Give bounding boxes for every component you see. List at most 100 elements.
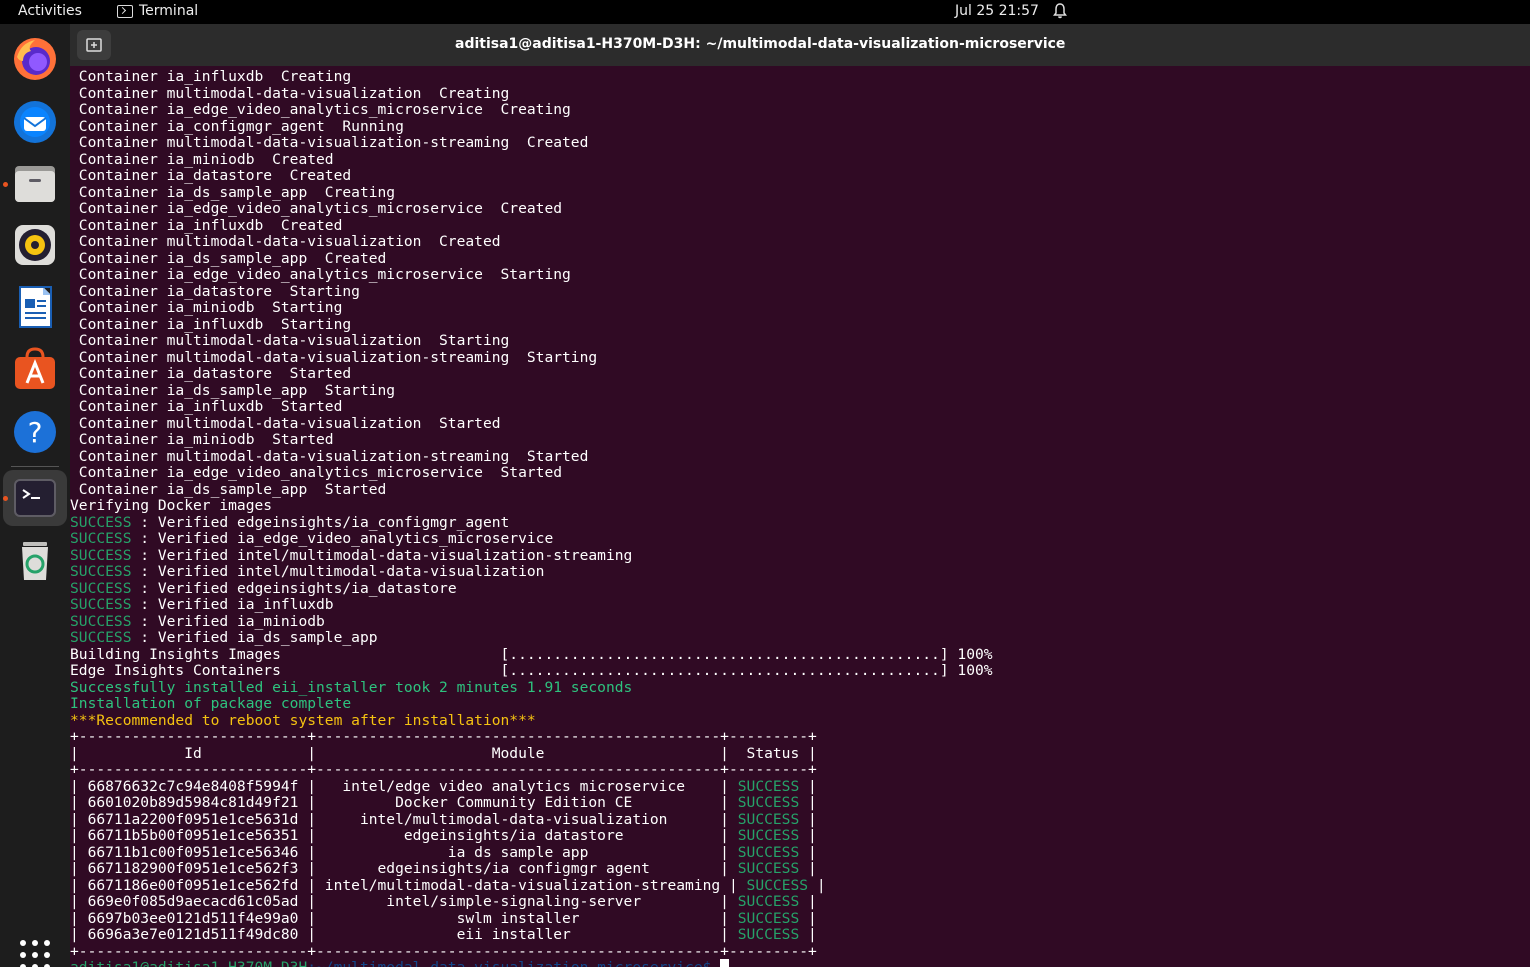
success-label: SUCCESS (70, 596, 132, 613)
text-span: Container multimodal-data-visualization-… (70, 348, 598, 366)
help-icon[interactable]: ? (11, 408, 59, 456)
text-span: | 6601020b89d5984c81d49f21 | Docker Comm… (70, 794, 738, 811)
text-span: Container multimodal-data-visualization … (70, 84, 510, 102)
text-span: Container ia_miniodb Created (70, 150, 334, 168)
text-span: | (799, 827, 817, 844)
verified-line: SUCCESS : Verified edgeinsights/ia_datas… (70, 580, 457, 597)
success-label: SUCCESS (70, 612, 132, 630)
dock-separator (11, 466, 59, 467)
text-span: ***Recommended to reboot system after in… (70, 711, 536, 729)
success-label: SUCCESS (70, 546, 132, 564)
status-success: SUCCESS (737, 777, 800, 795)
container-status-line: Container multimodal-data-visualization … (70, 84, 510, 102)
text-span: : Verified edgeinsights/ia_datastore (131, 579, 457, 597)
text-span: Verifying Docker images (70, 497, 273, 514)
bell-icon[interactable] (1053, 3, 1067, 19)
verified-line: SUCCESS : Verified edgeinsights/ia_confi… (70, 514, 509, 531)
window-title: aditisa1@aditisa1-H370M-D3H: ~/multimoda… (455, 36, 1066, 52)
table-row: | 6696a3e7e0121d511f49dc80 | eii install… (70, 926, 817, 943)
table-row: | 6697b03ee0121d511f4e99a0 | swlm instal… (70, 910, 817, 927)
container-status-line: Container multimodal-data-visualization … (70, 415, 501, 432)
text-span: : Verified ia_edge_video_analytics_micro… (131, 530, 554, 547)
text-span: | Id | Module | Status | (70, 744, 817, 762)
cursor (720, 959, 730, 967)
container-status-line: Container ia_datastore Started (70, 365, 351, 382)
text-span: | 66711a2200f0951e1ce5631d | intel/multi… (70, 810, 738, 828)
firefox-icon[interactable] (11, 35, 59, 83)
status-success: SUCCESS (737, 794, 800, 811)
success-label: SUCCESS (70, 629, 132, 646)
trash-icon[interactable] (11, 536, 59, 584)
thunderbird-icon[interactable] (11, 97, 59, 145)
status-success: SUCCESS (737, 860, 800, 877)
container-status-line: Container ia_ds_sample_app Started (70, 480, 387, 498)
text-span: | 66711b1c00f0951e1ce56346 | ia ds sampl… (70, 843, 738, 861)
clock[interactable]: Jul 25 21:57 (955, 3, 1039, 19)
container-status-line: Container ia_ds_sample_app Created (70, 249, 387, 267)
text-span: | (799, 909, 817, 927)
container-status-line: Container ia_miniodb Started (70, 431, 334, 448)
text-span: Container ia_influxdb Started (70, 398, 343, 415)
progress-line: Building Insights Images [..............… (70, 646, 993, 663)
text-span: Container ia_ds_sample_app Started (70, 480, 387, 498)
success-label: SUCCESS (70, 530, 132, 547)
text-span: Installation of package complete (70, 695, 352, 712)
table-row: | 66711a2200f0951e1ce5631d | intel/multi… (70, 811, 817, 828)
top-bar: Activities Terminal Jul 25 21:57 (0, 0, 1530, 24)
text-span: : Verified ia_influxdb (131, 596, 334, 613)
container-status-line: Container ia_datastore Created (70, 167, 351, 184)
text-span: Container ia_miniodb Started (70, 431, 334, 448)
prompt-line: aditisa1@aditisa1-H370M-D3H:~/multimodal… (70, 959, 730, 967)
status-success: SUCCESS (737, 843, 800, 861)
text-span: Container ia_datastore Starting (70, 282, 360, 300)
text-span: Building Insights Images [..............… (70, 645, 993, 663)
text-span: Container ia_edge_video_analytics_micros… (70, 200, 563, 217)
text-span: | 669e0f085d9aecacd61c05ad | intel/simpl… (70, 893, 738, 910)
text-span: Container ia_influxdb Creating (70, 68, 352, 85)
text-span: : Verified edgeinsights/ia_configmgr_age… (131, 513, 510, 531)
activities-button[interactable]: Activities (18, 3, 82, 19)
app-center-icon[interactable] (11, 345, 59, 393)
reboot-line: ***Recommended to reboot system after in… (70, 712, 536, 729)
container-status-line: Container ia_ds_sample_app Creating (70, 184, 395, 201)
status-success: SUCCESS (746, 876, 809, 894)
table-row: | 6601020b89d5984c81d49f21 | Docker Comm… (70, 794, 817, 811)
text-span: Container ia_datastore Started (70, 365, 352, 382)
svg-text:?: ? (28, 416, 43, 449)
table-row: | 6671182900f0951e1ce562f3 | edgeinsight… (70, 860, 817, 877)
container-status-line: Container multimodal-data-visualization-… (70, 349, 597, 366)
verified-line: SUCCESS : Verified intel/multimodal-data… (70, 563, 544, 580)
text-span: Container ia_ds_sample_app Created (70, 249, 387, 267)
text-span: | (799, 926, 817, 943)
progress-line: Edge Insights Containers [..............… (70, 662, 993, 679)
files-running-indicator (3, 182, 8, 187)
status-success: SUCCESS (737, 810, 800, 828)
terminal-output[interactable]: Container ia_influxdb Creating Container… (70, 66, 1530, 967)
text-span: +--------------------------+------------… (70, 728, 817, 745)
text-span: : Verified intel/multimodal-data-visuali… (131, 546, 633, 564)
rhythmbox-icon[interactable] (11, 221, 59, 269)
text-span: | 66711b5b00f0951e1ce56351 | edgeinsight… (70, 827, 738, 844)
text-span: Container ia_edge_video_analytics_micros… (70, 266, 571, 283)
container-status-line: Container ia_ds_sample_app Starting (70, 382, 395, 399)
success-label: SUCCESS (70, 563, 132, 580)
container-status-line: Container multimodal-data-visualization … (70, 233, 501, 250)
container-status-line: Container ia_edge_video_analytics_micros… (70, 464, 562, 481)
terminal-app-icon (117, 4, 133, 18)
container-status-line: Container multimodal-data-visualization-… (70, 134, 589, 151)
text-span: Container ia_ds_sample_app Creating (70, 183, 396, 201)
text-span: | (799, 810, 817, 828)
files-icon[interactable] (11, 159, 59, 207)
app-menu[interactable]: Terminal (117, 3, 198, 19)
text-span: | (808, 876, 826, 894)
show-apps-icon[interactable] (11, 929, 59, 967)
text-span: Container multimodal-data-visualization-… (70, 447, 589, 465)
container-status-line: Container ia_influxdb Created (70, 217, 343, 234)
text-span: Container ia_datastore Created (70, 167, 352, 184)
verified-line: SUCCESS : Verified ia_influxdb (70, 596, 334, 613)
container-status-line: Container ia_influxdb Started (70, 398, 343, 415)
text-span: | (799, 860, 817, 877)
text-span: Container ia_influxdb Starting (70, 315, 352, 333)
terminal-icon[interactable] (11, 474, 59, 522)
writer-icon[interactable] (11, 283, 59, 331)
